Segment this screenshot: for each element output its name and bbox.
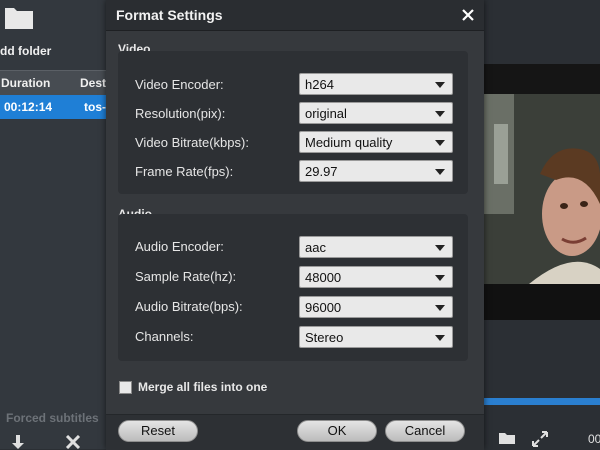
preview-time: 00 — [588, 432, 600, 446]
audio-encoder-label: Audio Encoder: — [135, 239, 224, 254]
video-encoder-label: Video Encoder: — [135, 77, 224, 92]
resolution-select[interactable]: original — [299, 102, 453, 124]
sample-rate-value: 48000 — [305, 270, 342, 285]
dialog-titlebar[interactable]: Format Settings — [106, 0, 484, 31]
column-destination[interactable]: Dest — [80, 76, 106, 90]
chevron-down-icon — [435, 305, 445, 311]
audio-bitrate-label: Audio Bitrate(bps): — [135, 299, 243, 314]
sample-rate-label: Sample Rate(hz): — [135, 269, 237, 284]
audio-bitrate-value: 96000 — [305, 300, 342, 315]
chevron-down-icon — [435, 82, 445, 88]
download-icon[interactable] — [10, 435, 26, 449]
video-bitrate-value: Medium quality — [305, 135, 393, 150]
forced-subtitles-label: Forced subtitles — [6, 411, 99, 425]
frame-rate-value: 29.97 — [305, 164, 338, 179]
folder-icon[interactable] — [4, 4, 34, 30]
frame-rate-label: Frame Rate(fps): — [135, 164, 234, 179]
audio-encoder-select[interactable]: aac — [299, 236, 453, 258]
row-destination: tos- — [84, 100, 106, 114]
dialog-title: Format Settings — [116, 7, 223, 23]
format-settings-dialog: Format Settings Video Video Encoder: h26… — [106, 0, 484, 450]
chevron-down-icon — [435, 111, 445, 117]
add-folder-label[interactable]: dd folder — [0, 44, 51, 58]
video-settings-group: Video Encoder: h264 Resolution(pix): ori… — [118, 51, 468, 194]
merge-checkbox[interactable] — [119, 381, 132, 394]
video-preview — [484, 64, 600, 320]
channels-select[interactable]: Stereo — [299, 326, 453, 348]
channels-label: Channels: — [135, 329, 194, 344]
audio-settings-group: Audio Encoder: aac Sample Rate(hz): 4800… — [118, 214, 468, 361]
preview-progress-bar[interactable] — [484, 398, 600, 405]
reset-button[interactable]: Reset — [118, 420, 198, 442]
resolution-label: Resolution(pix): — [135, 106, 226, 121]
row-duration: 00:12:14 — [4, 100, 53, 114]
audio-encoder-value: aac — [305, 240, 326, 255]
video-bitrate-select[interactable]: Medium quality — [299, 131, 453, 153]
video-encoder-value: h264 — [305, 77, 334, 92]
merge-label[interactable]: Merge all files into one — [138, 380, 267, 394]
video-encoder-select[interactable]: h264 — [299, 73, 453, 95]
table-row[interactable]: 00:12:14 tos- — [0, 95, 106, 119]
ok-button[interactable]: OK — [297, 420, 377, 442]
file-list-header: Duration Dest — [0, 70, 106, 96]
close-icon[interactable] — [458, 5, 478, 25]
cancel-button[interactable]: Cancel — [385, 420, 465, 442]
fullscreen-icon[interactable] — [531, 430, 549, 448]
chevron-down-icon — [435, 169, 445, 175]
delete-icon[interactable] — [64, 435, 82, 449]
resolution-value: original — [305, 106, 347, 121]
sample-rate-select[interactable]: 48000 — [299, 266, 453, 288]
chevron-down-icon — [435, 140, 445, 146]
preview-frame-image — [484, 64, 600, 320]
audio-bitrate-select[interactable]: 96000 — [299, 296, 453, 318]
video-bitrate-label: Video Bitrate(kbps): — [135, 135, 249, 150]
channels-value: Stereo — [305, 330, 344, 345]
frame-rate-select[interactable]: 29.97 — [299, 160, 453, 182]
chevron-down-icon — [435, 335, 445, 341]
chevron-down-icon — [435, 245, 445, 251]
column-duration[interactable]: Duration — [1, 76, 50, 90]
chevron-down-icon — [435, 275, 445, 281]
file-list-pane: dd folder Duration Dest 00:12:14 tos- Fo… — [0, 0, 106, 449]
open-folder-icon[interactable] — [499, 432, 515, 444]
